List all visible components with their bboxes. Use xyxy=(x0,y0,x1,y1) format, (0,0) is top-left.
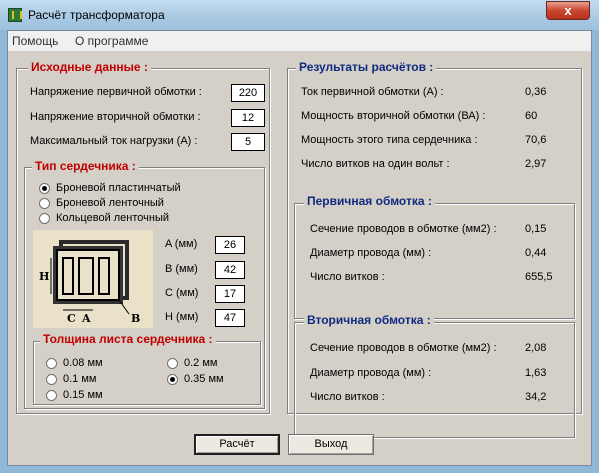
thickness-radio-0[interactable] xyxy=(46,358,57,369)
result-label-2: Мощность этого типа сердечника : xyxy=(301,134,478,146)
core-type-label-1[interactable]: Броневой ленточный xyxy=(56,197,164,209)
secondary-value-2: 34,2 xyxy=(525,391,547,403)
core-label-a: A xyxy=(82,312,91,325)
primary-value-2: 655,5 xyxy=(525,271,553,283)
exit-button[interactable]: Выход xyxy=(288,434,374,455)
transformer-app-icon xyxy=(8,8,22,22)
primary-label-2: Число витков : xyxy=(310,271,385,283)
core-label-b: B xyxy=(131,312,141,325)
client-area: Помощь О программе Исходные данные : Нап… xyxy=(7,30,592,466)
window-title: Расчёт трансформатора xyxy=(28,8,165,22)
thickness-label-4[interactable]: 0.35 мм xyxy=(184,373,224,385)
primary-winding-title: Первичная обмотка : xyxy=(304,194,435,208)
primary-voltage-input[interactable]: 220 xyxy=(231,84,265,102)
main-panel: Исходные данные : Напряжение первичной о… xyxy=(8,51,591,465)
thickness-label-0[interactable]: 0.08 мм xyxy=(63,357,103,369)
secondary-label-2: Число витков : xyxy=(310,391,385,403)
app-window: Расчёт трансформатора x Помощь О програм… xyxy=(0,0,599,473)
core-label-h: H xyxy=(39,270,50,283)
dim-h-label: H (мм) xyxy=(165,311,199,323)
core-type-radio-2[interactable] xyxy=(39,213,50,224)
result-value-3: 2,97 xyxy=(525,158,547,170)
title-bar[interactable]: Расчёт трансформатора x xyxy=(0,0,599,30)
thickness-radio-1[interactable] xyxy=(46,374,57,385)
result-value-2: 70,6 xyxy=(525,134,547,146)
max-current-label: Максимальный ток нагрузки (А) : xyxy=(30,135,198,147)
thickness-title: Толщина листа сердечника : xyxy=(40,332,216,346)
menu-help[interactable]: Помощь xyxy=(12,34,58,48)
menu-bar: Помощь О программе xyxy=(8,31,591,51)
secondary-voltage-input[interactable]: 12 xyxy=(231,109,265,127)
secondary-value-1: 1,63 xyxy=(525,367,547,379)
results-title: Результаты расчётов : xyxy=(296,60,437,74)
result-label-3: Число витков на один вольт : xyxy=(301,158,450,170)
secondary-value-0: 2,08 xyxy=(525,342,547,354)
core-type-label-2[interactable]: Кольцевой ленточный xyxy=(56,212,169,224)
close-button[interactable]: x xyxy=(546,1,590,20)
dim-b-label: B (мм) xyxy=(165,263,198,275)
primary-winding-group xyxy=(294,203,575,319)
core-label-c: C xyxy=(67,312,76,325)
primary-label-0: Сечение проводов в обмотке (мм2) : xyxy=(310,223,497,235)
dim-c-label: C (мм) xyxy=(165,287,199,299)
thickness-label-2[interactable]: 0.15 мм xyxy=(63,389,103,401)
core-type-title: Тип сердечника : xyxy=(32,159,139,173)
result-label-0: Ток первичной обмотки (А) : xyxy=(301,86,444,98)
result-label-1: Мощность вторичной обмотки (ВА) : xyxy=(301,110,486,122)
thickness-radio-2[interactable] xyxy=(46,390,57,401)
menu-about[interactable]: О программе xyxy=(75,34,148,48)
calc-button[interactable]: Расчёт xyxy=(194,434,280,455)
primary-value-1: 0,44 xyxy=(525,247,547,259)
core-type-radio-1[interactable] xyxy=(39,198,50,209)
secondary-voltage-label: Напряжение вторичной обмотки : xyxy=(30,111,201,123)
secondary-winding-group xyxy=(294,322,575,438)
secondary-winding-title: Вторичная обмотка : xyxy=(304,313,434,327)
max-current-input[interactable]: 5 xyxy=(231,133,265,151)
primary-value-0: 0,15 xyxy=(525,223,547,235)
dim-a-input[interactable]: 26 xyxy=(215,236,245,254)
core-type-radio-0[interactable] xyxy=(39,183,50,194)
secondary-label-0: Сечение проводов в обмотке (мм2) : xyxy=(310,342,497,354)
dim-a-label: A (мм) xyxy=(165,238,198,250)
core-type-label-0[interactable]: Броневой пластинчатый xyxy=(56,182,181,194)
thickness-label-3[interactable]: 0.2 мм xyxy=(184,357,217,369)
thickness-radio-3[interactable] xyxy=(167,358,178,369)
result-value-1: 60 xyxy=(525,110,538,122)
input-group-title: Исходные данные : xyxy=(28,60,151,74)
primary-voltage-label: Напряжение первичной обмотки : xyxy=(30,86,202,98)
dim-c-input[interactable]: 17 xyxy=(215,285,245,303)
thickness-radio-4[interactable] xyxy=(167,374,178,385)
dim-h-input[interactable]: 47 xyxy=(215,309,245,327)
core-diagram: H C A B xyxy=(33,230,153,328)
dim-b-input[interactable]: 42 xyxy=(215,261,245,279)
secondary-label-1: Диаметр провода (мм) : xyxy=(310,367,432,379)
result-value-0: 0,36 xyxy=(525,86,547,98)
primary-label-1: Диаметр провода (мм) : xyxy=(310,247,432,259)
thickness-label-1[interactable]: 0.1 мм xyxy=(63,373,96,385)
